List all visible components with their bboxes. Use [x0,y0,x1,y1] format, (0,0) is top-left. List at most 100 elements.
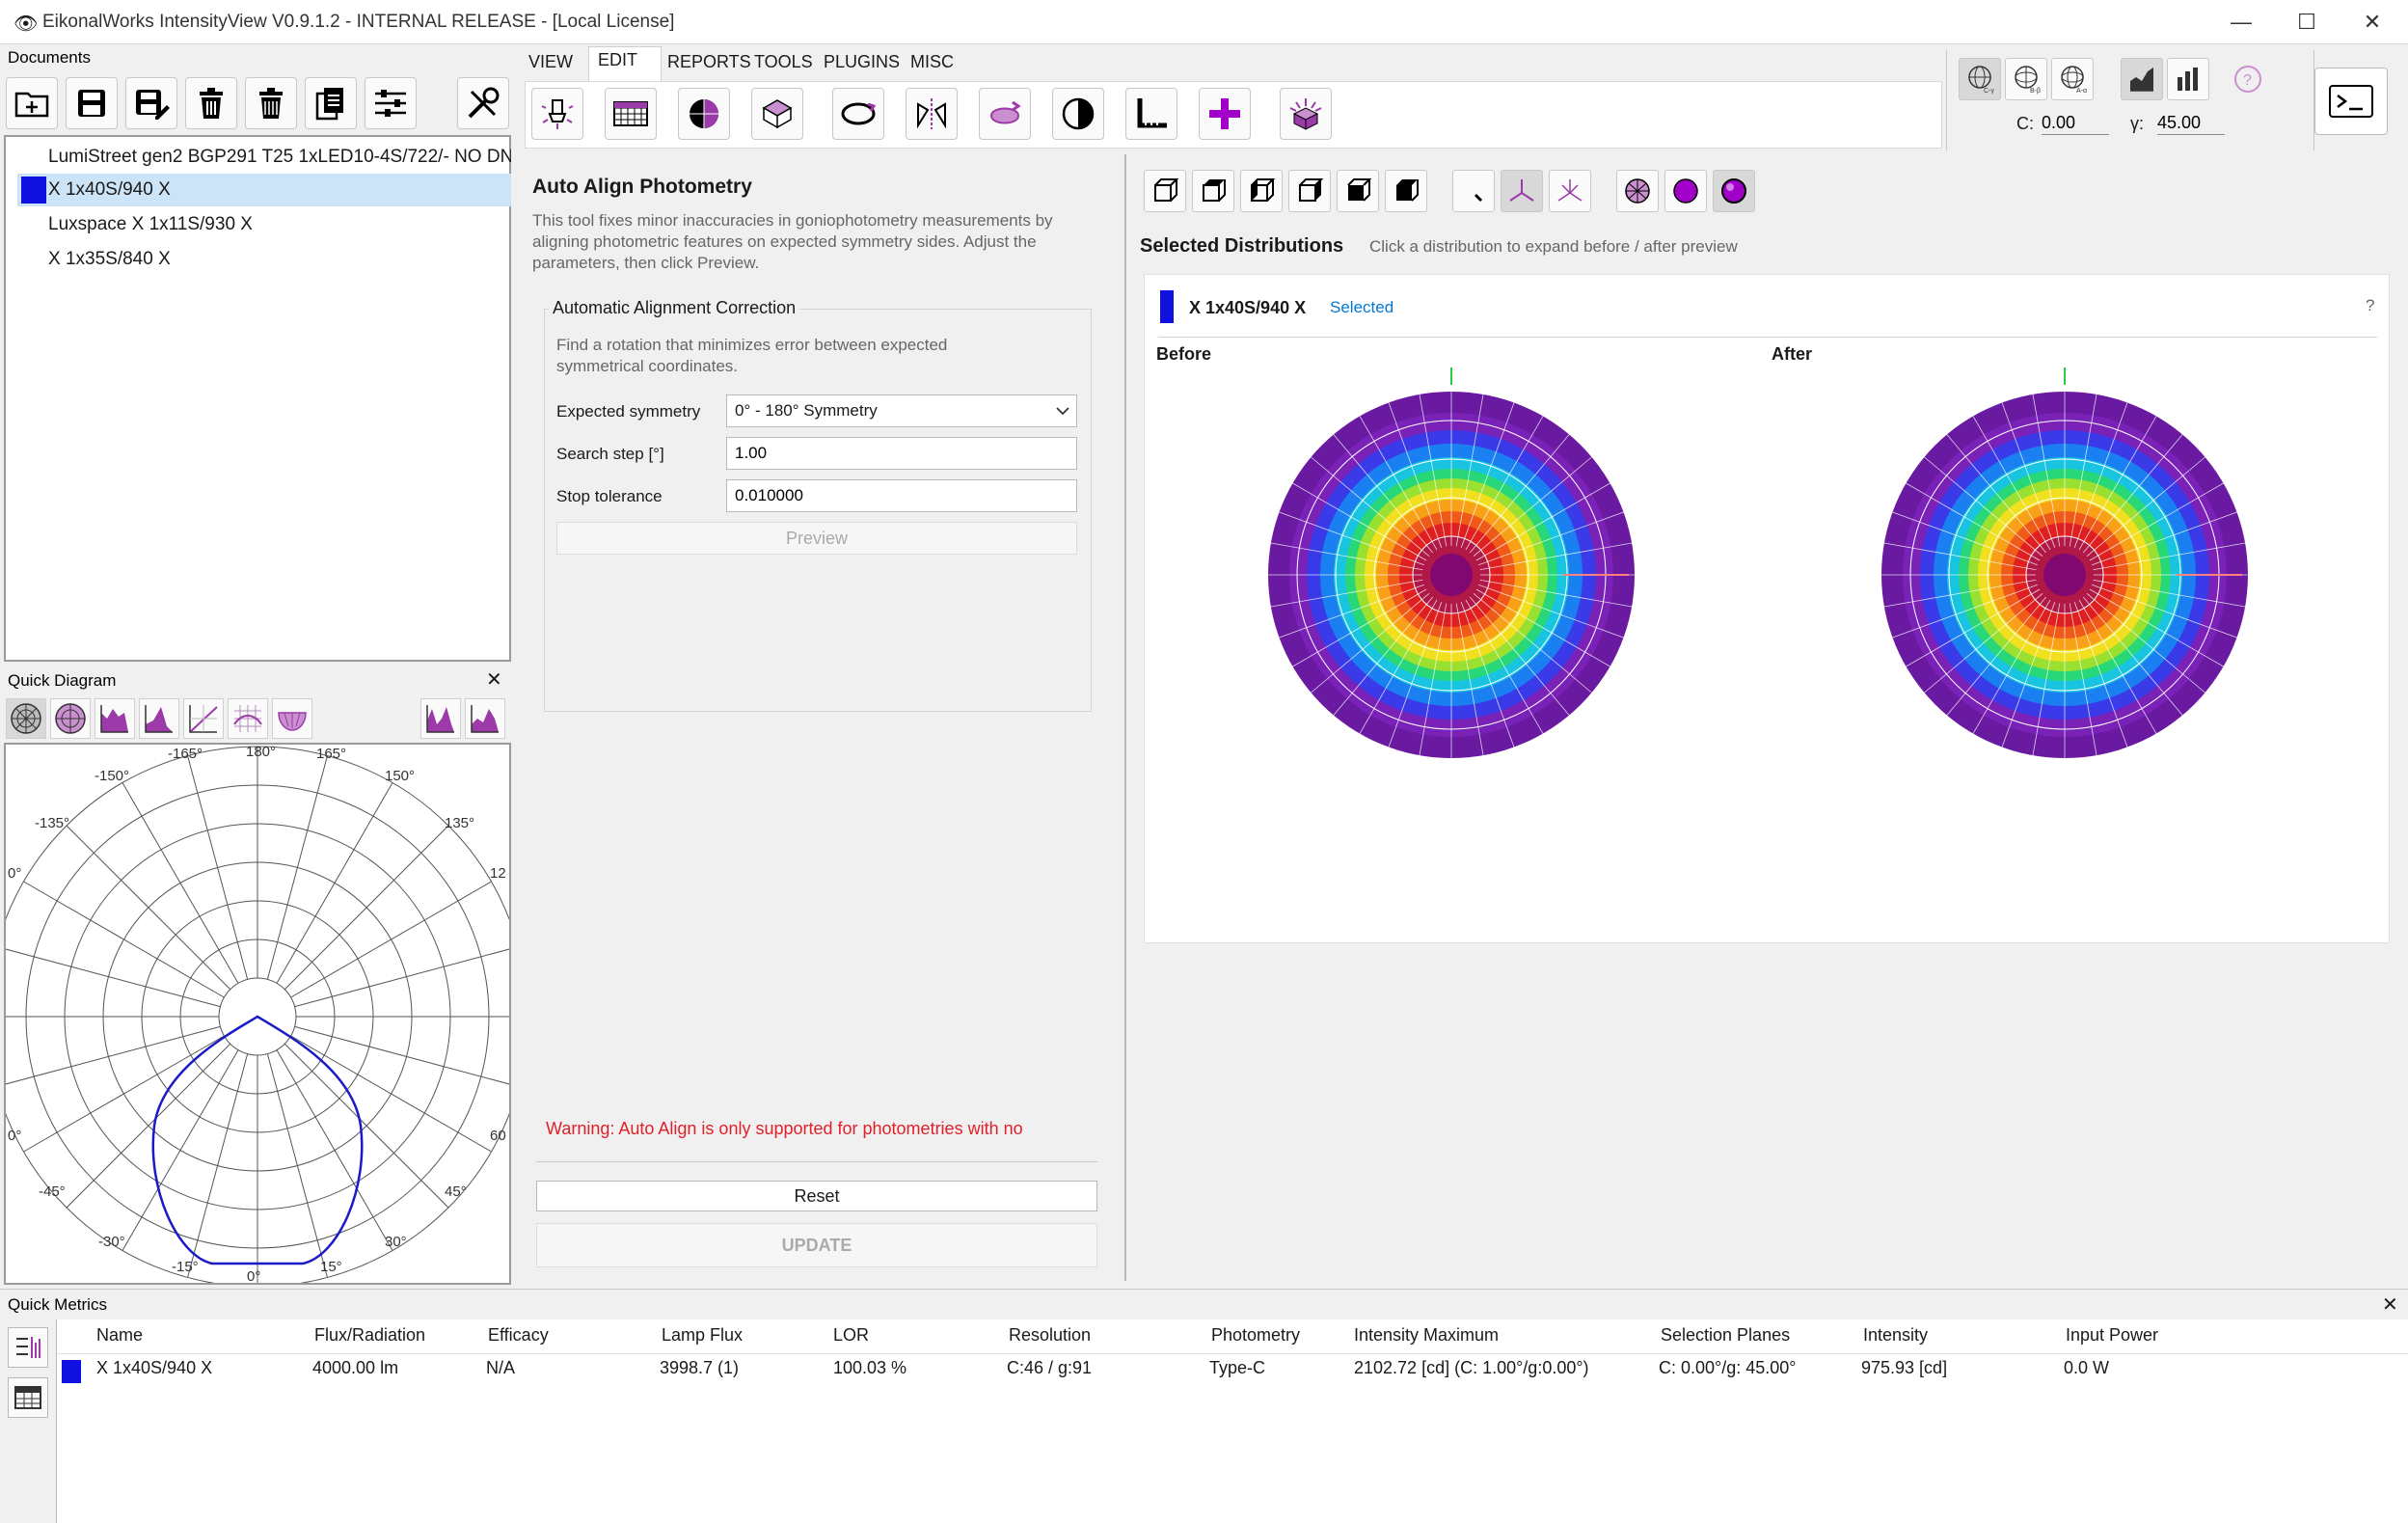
preview-button[interactable]: Preview [556,522,1077,555]
column-header[interactable]: Photometry [1211,1325,1300,1346]
search-step-input[interactable] [726,437,1077,470]
view-solid-button[interactable] [1337,170,1379,212]
axes-button[interactable] [1501,170,1543,212]
export-button[interactable] [1280,88,1332,140]
column-header[interactable]: Name [96,1325,143,1346]
view-top-button[interactable] [1192,170,1234,212]
shaded-sphere-button[interactable] [1713,170,1755,212]
rotate-button[interactable] [832,88,884,140]
duplicate-button[interactable] [305,77,357,129]
grid-spoke [66,825,231,991]
update-button[interactable]: UPDATE [536,1223,1097,1267]
c-gamma-view-button[interactable]: C-γ [1959,58,2001,100]
angle-label: 0° [247,1268,260,1283]
tab-tools[interactable]: TOOLS [754,52,813,72]
pointer-button[interactable] [1452,170,1495,212]
beam-diagram-button[interactable] [272,698,312,739]
save-button[interactable] [66,77,118,129]
delete-button[interactable] [185,77,237,129]
symmetry-select[interactable]: 0° - 180° Symmetry [726,394,1077,427]
cell-flux: 4000.00 lm [312,1358,399,1377]
tab-misc[interactable]: MISC [910,52,954,72]
save-as-button[interactable] [125,77,177,129]
sliders-icon [375,90,406,117]
bar-view-button[interactable] [2167,58,2209,100]
distribution-card[interactable]: X 1x40S/940 X Selected ? Before After [1144,274,2390,943]
geometry-button[interactable] [751,88,803,140]
column-header[interactable]: Resolution [1009,1325,1091,1346]
reset-button[interactable]: Reset [536,1181,1097,1211]
isolux-diagram-button[interactable] [228,698,268,739]
column-header[interactable]: Flux/Radiation [314,1325,425,1346]
tools-button[interactable] [457,77,509,129]
histogram-alt-button[interactable] [465,698,505,739]
column-header[interactable]: Lamp Flux [662,1325,743,1346]
close-window-button[interactable]: ✕ [2353,8,2392,37]
document-item[interactable]: Luxspace X 1x11S/930 X [17,208,511,241]
symmetry-button[interactable] [678,88,730,140]
maximize-button[interactable]: ☐ [2287,8,2326,37]
sphere-button[interactable] [1664,170,1707,212]
polar-diagram-button[interactable] [6,698,46,739]
document-item[interactable]: X 1x35S/840 X [17,243,511,276]
mirror-button[interactable] [906,88,958,140]
column-header[interactable]: Efficacy [488,1325,549,1346]
linear-diagram-button[interactable] [183,698,224,739]
minimize-button[interactable]: — [2222,8,2260,37]
quick-metrics-close-button[interactable]: ✕ [2382,1292,2398,1317]
gamma-value-input[interactable] [2157,112,2225,135]
view-mode-section: C-γ B-β A-α ? C: γ: [1946,50,2314,150]
polar-3d-button[interactable] [50,698,91,739]
document-item[interactable]: LumiStreet gen2 BGP291 T25 1xLED10-4S/72… [17,141,511,174]
angle-label: -30° [98,1234,125,1250]
tab-edit[interactable]: EDIT [598,50,637,70]
list-view-button[interactable] [8,1327,48,1368]
document-item-selected[interactable]: X 1x40S/940 X [17,174,511,206]
eye-icon: 👁 [14,14,39,35]
a-alpha-view-button[interactable]: A-α [2051,58,2094,100]
column-header[interactable]: Intensity [1863,1325,1928,1346]
light-bulb-icon [541,99,574,129]
chart-view-button[interactable] [2121,58,2163,100]
table-view-button[interactable] [8,1377,48,1418]
divider [536,1161,1097,1162]
cartesian-diagram-button[interactable] [95,698,135,739]
cumulative-diagram-button[interactable] [139,698,179,739]
view-right-button[interactable] [1288,170,1331,212]
column-header[interactable]: LOR [833,1325,869,1346]
console-button[interactable] [2314,68,2388,135]
view-left-button[interactable] [1240,170,1283,212]
quick-diagram-close-button[interactable]: ✕ [486,667,502,692]
open-folder-button[interactable] [6,77,58,129]
help-mark[interactable]: ? [2366,296,2374,315]
contrast-button[interactable] [1052,88,1104,140]
help-button[interactable]: ? [2227,58,2269,100]
tab-plugins[interactable]: PLUGINS [824,52,900,72]
measure-button[interactable] [1125,88,1177,140]
b-beta-view-button[interactable]: B-β [2005,58,2047,100]
view-iso-button[interactable] [1385,170,1427,212]
grid-spoke [284,1043,449,1209]
wireframe-button[interactable] [1616,170,1659,212]
planes-button[interactable] [1549,170,1591,212]
color-swatch [21,177,46,204]
table-editor-button[interactable] [605,88,657,140]
column-header[interactable]: Selection Planes [1661,1325,1790,1346]
tab-reports[interactable]: REPORTS [667,52,751,72]
histogram-button[interactable] [420,698,461,739]
delete-all-button[interactable] [245,77,297,129]
properties-button[interactable] [365,77,417,129]
view-front-button[interactable] [1144,170,1186,212]
add-button[interactable] [1199,88,1251,140]
column-header[interactable]: Input Power [2066,1325,2158,1346]
angle-label: 30° [385,1234,407,1250]
stop-tolerance-input[interactable] [726,479,1077,512]
tab-view[interactable]: VIEW [528,52,573,72]
column-header[interactable]: Intensity Maximum [1354,1325,1499,1346]
grid-spoke [122,1049,239,1251]
documents-toolbar [6,73,511,137]
tilt-button[interactable] [979,88,1031,140]
c-value-input[interactable] [2042,112,2109,135]
luminaire-button[interactable] [531,88,583,140]
cube-right-icon [1299,178,1324,202]
